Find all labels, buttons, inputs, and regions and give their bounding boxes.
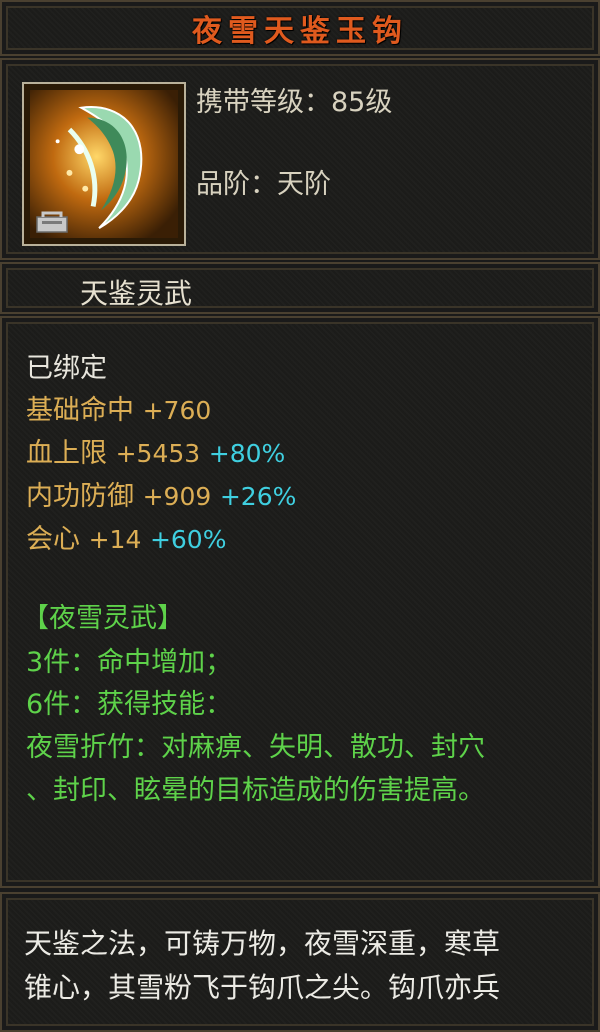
bound-status: 已绑定 xyxy=(26,353,107,384)
item-icon-frame xyxy=(22,82,186,246)
set-skill-line-1: 夜雪折竹：对麻痹、失明、散功、封穴 xyxy=(26,732,485,763)
stat-name: 血上限 xyxy=(26,438,107,469)
item-grade: 品阶：天阶 xyxy=(196,162,331,201)
stat-bonus: +80% xyxy=(208,439,286,468)
stat-row: 基础命中 +760 xyxy=(26,388,211,427)
item-header: 携带等级：85级 品阶：天阶 xyxy=(0,58,600,260)
grade-label: 品阶： xyxy=(196,169,277,200)
set-bonus-6: 6件：获得技能： xyxy=(26,689,233,720)
set-bonus-3: 3件：命中增加； xyxy=(26,647,233,678)
stat-bonus: +26% xyxy=(219,482,297,511)
set-name: 【夜雪灵武】 xyxy=(22,603,184,634)
grade-value: 天阶 xyxy=(277,169,331,200)
stat-name: 会心 xyxy=(26,524,80,555)
stat-name: 基础命中 xyxy=(26,395,134,426)
item-name: 夜雪天鉴玉钩 xyxy=(192,14,408,49)
stat-value: +5453 xyxy=(115,439,201,468)
carry-level-label: 携带等级： xyxy=(196,87,331,118)
carry-level: 携带等级：85级 xyxy=(196,80,392,119)
stats-panel: 已绑定 基础命中 +760 血上限 +5453 +80% 内功防御 +909 +… xyxy=(0,316,600,888)
bind-lock-icon xyxy=(34,208,70,234)
stat-value: +14 xyxy=(88,525,142,554)
lore-line-1: 天鉴之法，可铸万物，夜雪深重，寒草 xyxy=(24,927,501,960)
lore-panel: 天鉴之法，可铸万物，夜雪深重，寒草 锥心，其雪粉飞于钩爪之尖。钩爪亦兵 xyxy=(0,892,600,1032)
item-type-bar: 天鉴灵武 xyxy=(0,262,600,314)
lore-line-2: 锥心，其雪粉飞于钩爪之尖。钩爪亦兵 xyxy=(24,971,501,1004)
stat-value: +760 xyxy=(142,396,212,425)
stat-row: 内功防御 +909 +26% xyxy=(26,474,296,513)
stat-name: 内功防御 xyxy=(26,481,134,512)
set-skill-line-2: 、封印、眩晕的目标造成的伤害提高。 xyxy=(26,775,485,806)
item-type: 天鉴灵武 xyxy=(80,277,193,310)
tooltip-title-bar: 夜雪天鉴玉钩 xyxy=(0,0,600,56)
stat-row: 会心 +14 +60% xyxy=(26,517,226,556)
stat-value: +909 xyxy=(142,482,212,511)
stat-bonus: +60% xyxy=(149,525,227,554)
carry-level-value: 85级 xyxy=(331,87,393,118)
lore-text: 天鉴之法，可铸万物，夜雪深重，寒草 锥心，其雪粉飞于钩爪之尖。钩爪亦兵 xyxy=(24,922,586,1010)
stat-row: 血上限 +5453 +80% xyxy=(26,431,285,470)
